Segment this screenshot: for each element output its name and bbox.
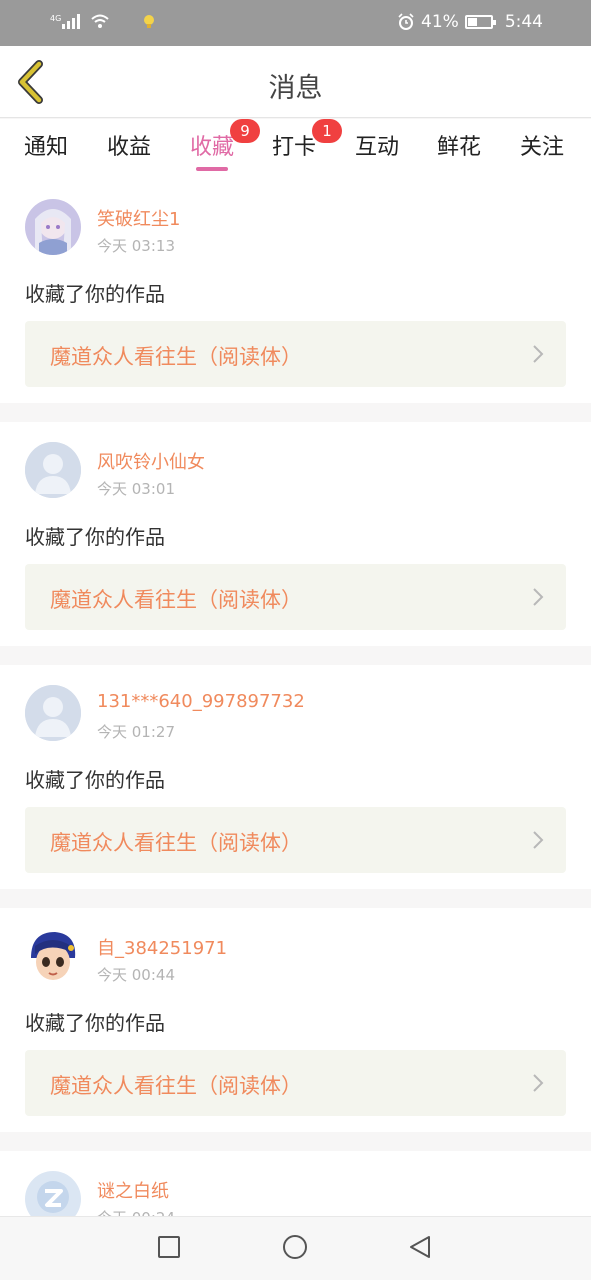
work-title: 魔道众人看往生（阅读体） [50, 588, 302, 612]
list-item: 笑破红尘1 今天 03:13 收藏了你的作品 魔道众人看往生（阅读体） [0, 179, 591, 403]
username[interactable]: 笑破红尘1 [97, 205, 180, 231]
title-bar: 消息 [0, 46, 591, 118]
alarm-clock-icon [398, 13, 414, 30]
circle-icon[interactable] [282, 1235, 308, 1261]
default-user-avatar-icon [25, 442, 81, 498]
lightbulb-icon [144, 15, 155, 28]
action-text: 收藏了你的作品 [25, 1011, 165, 1035]
tab-label: 互动 [355, 135, 400, 160]
chevron-right-icon [533, 345, 544, 363]
tab-notifications[interactable]: 通知 [24, 129, 68, 161]
action-text: 收藏了你的作品 [25, 282, 165, 306]
work-link[interactable]: 魔道众人看往生（阅读体） [25, 564, 566, 630]
unread-badge: 1 [312, 119, 343, 143]
action-text: 收藏了你的作品 [25, 525, 165, 549]
tab-label: 收藏 [190, 135, 235, 160]
status-bar: 4G 41% 5:44 [0, 0, 591, 46]
tab-label: 通知 [24, 135, 69, 160]
network-type: 4G [50, 14, 62, 23]
triangle-back-icon[interactable] [408, 1235, 432, 1261]
work-title: 魔道众人看往生（阅读体） [50, 345, 302, 369]
username[interactable]: 131***640_997897732 [97, 691, 305, 712]
work-link[interactable]: 魔道众人看往生（阅读体） [25, 1050, 566, 1116]
square-icon[interactable] [157, 1235, 181, 1259]
timestamp: 今天 03:13 [97, 237, 175, 255]
active-tab-indicator [196, 167, 229, 171]
battery-percent: 41% [421, 12, 459, 32]
avatar[interactable] [25, 685, 81, 741]
tab-flowers[interactable]: 鲜花 [437, 129, 481, 161]
tab-favorites[interactable]: 收藏 9 [190, 119, 261, 171]
list-item: 风吹铃小仙女 今天 03:01 收藏了你的作品 魔道众人看往生（阅读体） [0, 422, 591, 646]
work-title: 魔道众人看往生（阅读体） [50, 1074, 302, 1098]
timestamp: 今天 01:27 [97, 723, 175, 741]
clock-time: 5:44 [504, 12, 543, 32]
username[interactable]: 自_384251971 [97, 934, 227, 960]
tab-label: 收益 [107, 135, 152, 160]
cartoon-boy-avatar-icon [25, 928, 81, 984]
avatar[interactable] [25, 199, 81, 255]
work-link[interactable]: 魔道众人看往生（阅读体） [25, 807, 566, 873]
timestamp: 今天 00:44 [97, 966, 175, 984]
signal-icon: 4G [50, 13, 81, 29]
battery-icon [464, 15, 496, 29]
work-title: 魔道众人看往生（阅读体） [50, 831, 302, 855]
unread-badge: 9 [230, 119, 261, 143]
anime-girl-avatar-icon [25, 199, 81, 255]
chevron-right-icon [533, 588, 544, 606]
avatar[interactable] [25, 928, 81, 984]
default-user-avatar-icon [25, 685, 81, 741]
action-text: 收藏了你的作品 [25, 768, 165, 792]
wifi-icon [91, 14, 109, 28]
tab-label: 鲜花 [437, 135, 482, 160]
avatar[interactable] [25, 442, 81, 498]
system-nav-bar [0, 1216, 591, 1280]
list-item: 自_384251971 今天 00:44 收藏了你的作品 魔道众人看往生（阅读体… [0, 908, 591, 1132]
tab-earnings[interactable]: 收益 [107, 129, 151, 161]
tab-interactions[interactable]: 互动 [355, 129, 399, 161]
username[interactable]: 风吹铃小仙女 [97, 448, 205, 474]
work-link[interactable]: 魔道众人看往生（阅读体） [25, 321, 566, 387]
timestamp: 今天 03:01 [97, 480, 175, 498]
chevron-right-icon [533, 1074, 544, 1092]
list-item: 131***640_997897732 今天 01:27 收藏了你的作品 魔道众… [0, 665, 591, 889]
tab-label: 关注 [520, 135, 565, 160]
tab-label: 打卡 [272, 135, 317, 160]
page-title: 消息 [268, 73, 323, 104]
username[interactable]: 谜之白纸 [97, 1177, 169, 1203]
tab-follows[interactable]: 关注 [520, 129, 564, 161]
tab-checkin[interactable]: 打卡 1 [272, 119, 343, 161]
chevron-right-icon [533, 831, 544, 849]
message-tabs: 通知 收益 收藏 9 打卡 1 互动 鲜花 关注 [0, 119, 591, 179]
